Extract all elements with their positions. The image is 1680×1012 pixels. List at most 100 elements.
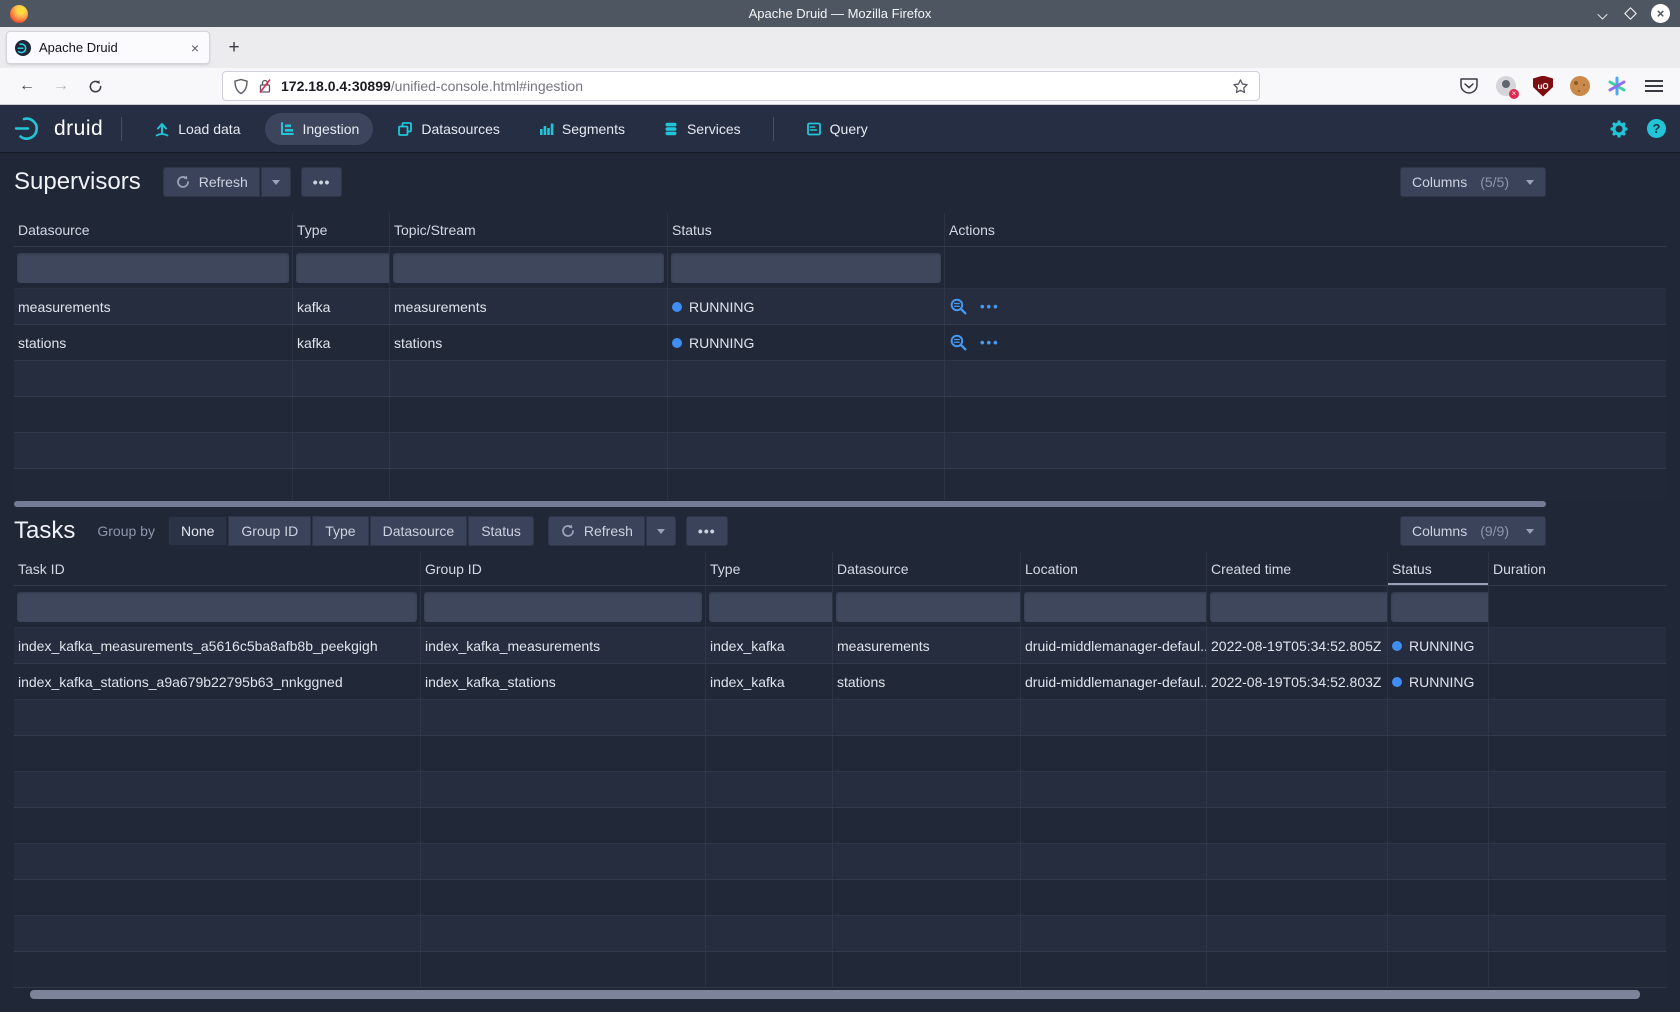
group-by-datasource-button[interactable]: Datasource: [370, 516, 468, 546]
pocket-icon[interactable]: [1457, 74, 1481, 98]
group-id-filter-input[interactable]: [424, 592, 702, 622]
supervisors-columns-button[interactable]: Columns(5/5): [1400, 167, 1546, 197]
row-actions-more-icon[interactable]: •••: [980, 299, 1000, 314]
tab-bar: Apache Druid × +: [0, 27, 1680, 68]
empty-row: [14, 880, 1666, 916]
nav-item-query[interactable]: Query: [792, 113, 882, 145]
group-by-type-button[interactable]: Type: [312, 516, 368, 546]
chevron-down-icon: [1526, 529, 1534, 534]
window-title: Apache Druid — Mozilla Firefox: [0, 6, 1680, 21]
column-header-type[interactable]: Type: [293, 213, 390, 246]
menu-icon[interactable]: [1642, 74, 1666, 98]
browser-toolbar: ← → 172.18.0.4:30899/unified-console.htm…: [0, 68, 1680, 105]
empty-row: [14, 952, 1666, 988]
column-header-actions: Actions: [945, 213, 1666, 246]
close-icon[interactable]: ×: [1651, 4, 1670, 23]
supervisor-datasource: stations: [14, 325, 293, 360]
forward-button: →: [48, 73, 74, 99]
supervisors-title: Supervisors: [14, 168, 141, 196]
row-actions-more-icon[interactable]: •••: [980, 335, 1000, 350]
supervisors-refresh-caret-button[interactable]: [261, 167, 291, 197]
ublock-origin-icon[interactable]: uO: [1531, 74, 1555, 98]
columns-label: Columns: [1412, 174, 1467, 190]
extension-asterisk-icon[interactable]: [1605, 74, 1629, 98]
task-id: index_kafka_stations_a9a679b22795b63_nnk…: [14, 664, 421, 699]
cookie-extension-icon[interactable]: [1568, 74, 1592, 98]
druid-logo[interactable]: druid: [14, 115, 103, 142]
refresh-label: Refresh: [199, 174, 248, 190]
gear-icon[interactable]: [1609, 119, 1629, 139]
navbar-divider: [773, 117, 774, 141]
group-by-group-id-button[interactable]: Group ID: [228, 516, 311, 546]
status-filter-input[interactable]: [671, 253, 941, 283]
group-by-status-button[interactable]: Status: [468, 516, 534, 546]
supervisor-row[interactable]: stations kafka stations RUNNING •••: [14, 325, 1666, 361]
topic-stream-filter-input[interactable]: [393, 253, 664, 283]
task-id-filter-input[interactable]: [17, 592, 417, 622]
column-header-duration[interactable]: Duration: [1489, 552, 1666, 585]
nav-item-label: Services: [687, 121, 741, 137]
type-filter-input[interactable]: [709, 592, 833, 622]
column-header-status-sorted[interactable]: Status: [1388, 552, 1489, 585]
column-header-topic-stream[interactable]: Topic/Stream: [390, 213, 668, 246]
nav-item-ingestion[interactable]: Ingestion: [265, 113, 374, 145]
tab-apache-druid[interactable]: Apache Druid ×: [6, 31, 210, 64]
supervisors-refresh-button[interactable]: Refresh: [163, 167, 260, 197]
column-header-location[interactable]: Location: [1021, 552, 1207, 585]
column-header-type[interactable]: Type: [706, 552, 833, 585]
group-by-none-button[interactable]: None: [168, 516, 227, 546]
nav-item-segments[interactable]: Segments: [524, 113, 639, 145]
supervisor-status: RUNNING: [668, 325, 945, 360]
reload-button[interactable]: [82, 73, 108, 99]
datasource-filter-input[interactable]: [17, 253, 289, 283]
created-time-filter-input[interactable]: [1210, 592, 1388, 622]
druid-navbar: druid Load data Ingestion: [0, 105, 1680, 152]
help-icon[interactable]: ?: [1647, 119, 1666, 138]
supervisors-pane: Supervisors Refresh ••• Columns(5/5): [14, 167, 1666, 507]
tasks-refresh-button[interactable]: Refresh: [548, 516, 645, 546]
tasks-more-button[interactable]: •••: [686, 516, 728, 546]
tab-close-icon[interactable]: ×: [189, 40, 201, 56]
bookmark-star-icon[interactable]: [1232, 78, 1249, 95]
task-created-time: 2022-08-19T05:34:52.803Z: [1207, 664, 1388, 699]
minimize-icon[interactable]: [1598, 10, 1610, 17]
new-tab-button[interactable]: +: [220, 34, 248, 62]
nav-item-datasources[interactable]: Datasources: [383, 113, 514, 145]
horizontal-scrollbar-thumb[interactable]: [30, 990, 1640, 999]
status-filter-input[interactable]: [1391, 592, 1489, 622]
column-header-created-time[interactable]: Created time: [1207, 552, 1388, 585]
insecure-lock-icon[interactable]: [257, 78, 273, 94]
supervisor-type: kafka: [293, 325, 390, 360]
shield-icon[interactable]: [233, 78, 249, 95]
column-header-task-id[interactable]: Task ID: [14, 552, 421, 585]
back-button[interactable]: ←: [14, 73, 40, 99]
url-host: 172.18.0.4:30899: [281, 78, 391, 94]
druid-favicon: [15, 40, 31, 56]
containers-icon[interactable]: [1494, 74, 1518, 98]
url-bar[interactable]: 172.18.0.4:30899/unified-console.html#in…: [222, 71, 1260, 101]
tasks-title: Tasks: [14, 517, 75, 545]
supervisor-row[interactable]: measurements kafka measurements RUNNING …: [14, 289, 1666, 325]
task-row[interactable]: index_kafka_stations_a9a679b22795b63_nnk…: [14, 664, 1666, 700]
nav-item-label: Load data: [178, 121, 240, 137]
empty-row: [14, 844, 1666, 880]
task-row[interactable]: index_kafka_measurements_a5616c5ba8afb8b…: [14, 628, 1666, 664]
empty-row: [14, 808, 1666, 844]
supervisors-more-button[interactable]: •••: [301, 167, 343, 197]
magnify-details-icon[interactable]: [949, 333, 968, 352]
type-filter-input[interactable]: [296, 253, 390, 283]
ingestion-icon: [279, 121, 295, 137]
column-header-group-id[interactable]: Group ID: [421, 552, 706, 585]
tasks-columns-button[interactable]: Columns(9/9): [1400, 516, 1546, 546]
location-filter-input[interactable]: [1024, 592, 1207, 622]
nav-item-services[interactable]: Services: [649, 113, 755, 145]
pane-splitter-handle[interactable]: [14, 501, 1546, 507]
maximize-icon[interactable]: [1624, 7, 1637, 20]
magnify-details-icon[interactable]: [949, 297, 968, 316]
column-header-datasource[interactable]: Datasource: [833, 552, 1021, 585]
column-header-datasource[interactable]: Datasource: [14, 213, 293, 246]
nav-item-load-data[interactable]: Load data: [140, 113, 254, 145]
column-header-status[interactable]: Status: [668, 213, 945, 246]
tasks-refresh-caret-button[interactable]: [646, 516, 676, 546]
datasource-filter-input[interactable]: [836, 592, 1021, 622]
